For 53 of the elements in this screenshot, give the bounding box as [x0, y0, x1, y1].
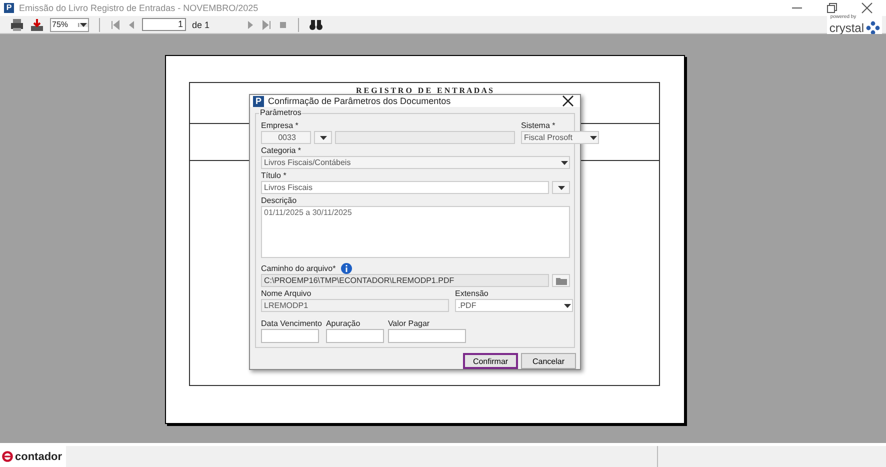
input-field[interactable] — [326, 329, 384, 343]
file-name-field[interactable]: LREMODP1 — [261, 299, 449, 312]
dialog-button[interactable]: Cancelar — [521, 353, 576, 369]
zoom-dropdown[interactable]: 75% — [50, 18, 89, 32]
info-icon[interactable] — [340, 262, 352, 274]
caret-icon — [320, 136, 326, 140]
dropdown-button[interactable] — [314, 131, 332, 144]
window-title: Emissão do Livro Registro de Entradas - NOVEMBRO/2025 — [19, 3, 258, 13]
caret-icon — [590, 136, 597, 140]
folder-icon — [556, 276, 566, 285]
description-field[interactable]: 01/11/2025 a 30/11/2025 — [261, 206, 570, 258]
extension-dropdown[interactable]: .PDF — [455, 299, 573, 312]
page-count: de 1 — [192, 20, 210, 30]
field-label: Categoria * — [261, 146, 302, 156]
close-icon[interactable] — [562, 95, 574, 107]
binoculars-icon[interactable] — [308, 18, 323, 30]
export-icon[interactable] — [30, 18, 44, 32]
system-dropdown[interactable]: Fiscal Prosoft — [521, 131, 599, 144]
app-icon: P — [253, 96, 264, 106]
logo-icon — [2, 451, 13, 462]
logo-text: contador — [15, 450, 62, 462]
field-label: Empresa * — [261, 121, 300, 131]
field-label: Apuração — [326, 319, 362, 329]
caret-icon — [561, 160, 568, 164]
field-label: Caminho do arquivo* — [261, 264, 336, 274]
restore-icon[interactable] — [825, 1, 839, 15]
print-icon[interactable] — [10, 18, 24, 32]
app-icon: P — [4, 3, 14, 13]
field-label: Data Vencimento — [261, 319, 322, 329]
category-dropdown[interactable]: Livros Fiscais/Contábeis — [261, 156, 570, 169]
field-label: Nome Arquivo — [261, 289, 312, 299]
dialog-button[interactable]: Confirmar — [463, 353, 518, 369]
dialog-title: Confirmação de Parâmetros dos Documentos — [268, 96, 452, 106]
field-label: Descrição — [261, 196, 298, 206]
dropdown-button[interactable] — [552, 181, 570, 194]
report-title: R E G I S T R O D E E N T R A D A S — [354, 86, 494, 95]
close-icon[interactable] — [860, 1, 874, 15]
field-label: Título * — [261, 171, 288, 181]
input-field[interactable] — [388, 329, 466, 343]
company-field[interactable]: 0033 — [261, 131, 311, 144]
folder-button[interactable] — [552, 274, 570, 287]
file-path-field[interactable]: C:\PROEMP16\TMP\ECONTADOR\LREMODP1.PDF — [261, 274, 549, 287]
company-name-field[interactable] — [335, 131, 515, 144]
field-label: Extensão — [455, 289, 490, 299]
title-field[interactable]: Livros Fiscais — [261, 181, 549, 194]
caret-icon — [80, 22, 87, 26]
caret-icon — [564, 304, 571, 308]
group-label: Parâmetros — [259, 108, 302, 117]
input-field[interactable] — [261, 329, 319, 343]
caret-icon — [558, 186, 564, 190]
field-label: Valor Pagar — [388, 319, 431, 329]
page-field[interactable]: 1 — [142, 18, 186, 31]
field-label: Sistema * — [521, 121, 556, 131]
